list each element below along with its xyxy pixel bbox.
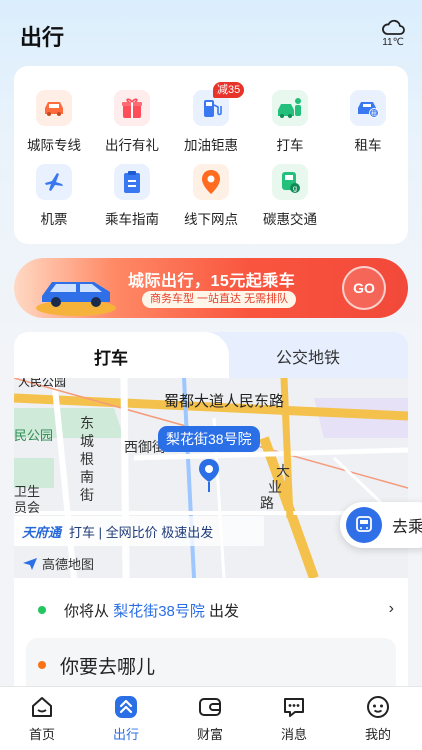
from-place: 梨花街38号院 — [113, 603, 205, 620]
travel-icon — [112, 693, 140, 721]
svg-text:租: 租 — [371, 110, 377, 118]
tabbar-label: 首页 — [28, 727, 55, 742]
service-fuel[interactable]: 减35 加油钜惠 — [171, 82, 251, 154]
car-front-icon — [36, 90, 72, 126]
map-label-vertical: 东城根南街 — [80, 416, 94, 504]
map-label: 人民公园 — [18, 378, 66, 389]
tab-transit[interactable]: 公交地铁 — [276, 344, 340, 368]
service-label: 打车 — [276, 138, 304, 153]
bus-card-icon — [346, 507, 382, 543]
map-view[interactable]: 蜀都大道人民东路 人民公园 西御街 民公园 卫生 员会 东城根南街 大业路 梨花… — [14, 378, 408, 578]
service-guide[interactable]: 乘车指南 — [92, 164, 172, 228]
clipboard-icon — [114, 164, 150, 200]
map-label: 民公园 — [14, 429, 53, 444]
go-ride-label: 去乘 — [392, 519, 422, 536]
map-pin-icon — [199, 459, 219, 492]
taxi-person-icon — [272, 90, 308, 126]
service-carbon[interactable]: g 碳惠交通 — [250, 164, 330, 228]
bottom-tabbar: 首页 出行 财富 消息 我的 — [0, 686, 422, 750]
promo-banner[interactable]: 城际出行，15元起乘车 商务车型 一站直达 无需排队 GO — [14, 258, 408, 318]
service-outlets[interactable]: 线下网点 — [171, 164, 251, 228]
service-taxi[interactable]: 打车 — [250, 90, 330, 154]
temperature: 11℃ — [382, 37, 404, 48]
ride-tabs: 打车 公交地铁 — [14, 332, 408, 378]
tab-taxi-label: 打车 — [94, 349, 128, 368]
svg-text:大: 大 — [276, 464, 290, 480]
map-label: 蜀都大道人民东路 — [164, 392, 284, 410]
pickup-row[interactable]: 你将从 梨花街38号院 出发 › — [14, 594, 408, 626]
service-label: 出行有礼 — [105, 138, 159, 153]
tabbar-label: 我的 — [364, 727, 391, 742]
tabbar-label: 消息 — [280, 727, 307, 742]
airplane-icon — [36, 164, 72, 200]
car-illustration-icon — [36, 282, 116, 316]
service-label: 租车 — [354, 138, 382, 153]
wallet-icon — [196, 693, 224, 721]
map-provider: 高德地图 — [22, 554, 94, 573]
svg-text:路: 路 — [260, 496, 274, 512]
gift-icon — [114, 90, 150, 126]
tabbar-home[interactable]: 首页 — [12, 693, 72, 743]
pickup-text: 你将从 梨花街38号院 出发 — [64, 600, 239, 621]
services-grid: 城际专线 出行有礼 减35 加油钜惠 打车 租 租车 机票 乘车指南 线下网点 … — [14, 66, 408, 244]
promo-brand: 天府通 — [22, 524, 62, 540]
tabbar-profile[interactable]: 我的 — [348, 693, 408, 743]
service-label: 线下网点 — [184, 212, 238, 227]
svg-text:业: 业 — [268, 480, 282, 496]
rental-car-icon: 租 — [350, 90, 386, 126]
svg-text:南: 南 — [80, 470, 94, 486]
message-icon — [280, 693, 308, 721]
tab-taxi[interactable]: 打车 — [14, 332, 229, 378]
map-label: 员会 — [14, 501, 40, 516]
map-promo[interactable]: 天府通 打车 | 全网比价 极速出发 — [14, 516, 264, 546]
go-ride-button[interactable]: 去乘 — [340, 502, 422, 548]
svg-text:根: 根 — [80, 452, 94, 468]
service-label: 乘车指南 — [105, 212, 159, 227]
destination-dot — [38, 661, 46, 669]
tabbar-messages[interactable]: 消息 — [264, 693, 324, 743]
service-label: 加油钜惠 — [184, 138, 238, 153]
fuel-pump-icon: 减35 — [193, 82, 245, 126]
page-title: 出行 — [20, 25, 65, 50]
destination-placeholder: 你要去哪儿 — [60, 657, 156, 678]
service-intercity[interactable]: 城际专线 — [14, 90, 94, 154]
banner-title: 城际出行，15元起乘车 — [128, 273, 296, 290]
pickup-label: 梨花街38号院 — [158, 426, 260, 452]
tabbar-label: 出行 — [112, 727, 139, 742]
home-icon — [28, 693, 56, 721]
svg-text:街: 街 — [80, 488, 94, 504]
chevron-right-icon: › — [388, 600, 394, 617]
provider-name: 高德地图 — [42, 557, 95, 572]
navigation-arrow-icon — [23, 557, 37, 570]
tabbar-label: 财富 — [196, 727, 223, 742]
tabbar-travel[interactable]: 出行 — [96, 693, 156, 743]
svg-text:城: 城 — [80, 434, 94, 450]
service-flights[interactable]: 机票 — [14, 164, 94, 228]
weather-widget[interactable]: 11℃ — [378, 18, 408, 48]
tabbar-wealth[interactable]: 财富 — [180, 693, 240, 743]
header: 出行 11℃ — [0, 0, 422, 66]
svg-text:东: 东 — [80, 416, 94, 432]
banner-subtitle: 商务车型 一站直达 无需排队 — [142, 291, 297, 308]
cloud-icon — [382, 19, 405, 35]
svg-text:g: g — [293, 185, 297, 193]
service-label: 碳惠交通 — [263, 212, 317, 227]
discount-badge: 减35 — [213, 82, 245, 98]
origin-dot — [38, 606, 46, 614]
service-rental[interactable]: 租 租车 — [328, 90, 408, 154]
go-button[interactable]: GO — [342, 266, 386, 310]
service-label: 城际专线 — [27, 138, 81, 153]
from-prefix: 你将从 — [64, 603, 110, 620]
map-label: 卫生 — [14, 485, 40, 500]
green-transit-icon: g — [272, 164, 308, 200]
from-suffix: 出发 — [209, 603, 240, 620]
service-gift[interactable]: 出行有礼 — [92, 90, 172, 154]
location-pin-icon — [193, 164, 229, 200]
promo-text: 打车 | 全网比价 极速出发 — [69, 524, 214, 540]
service-label: 机票 — [40, 212, 68, 227]
profile-icon — [364, 693, 392, 721]
